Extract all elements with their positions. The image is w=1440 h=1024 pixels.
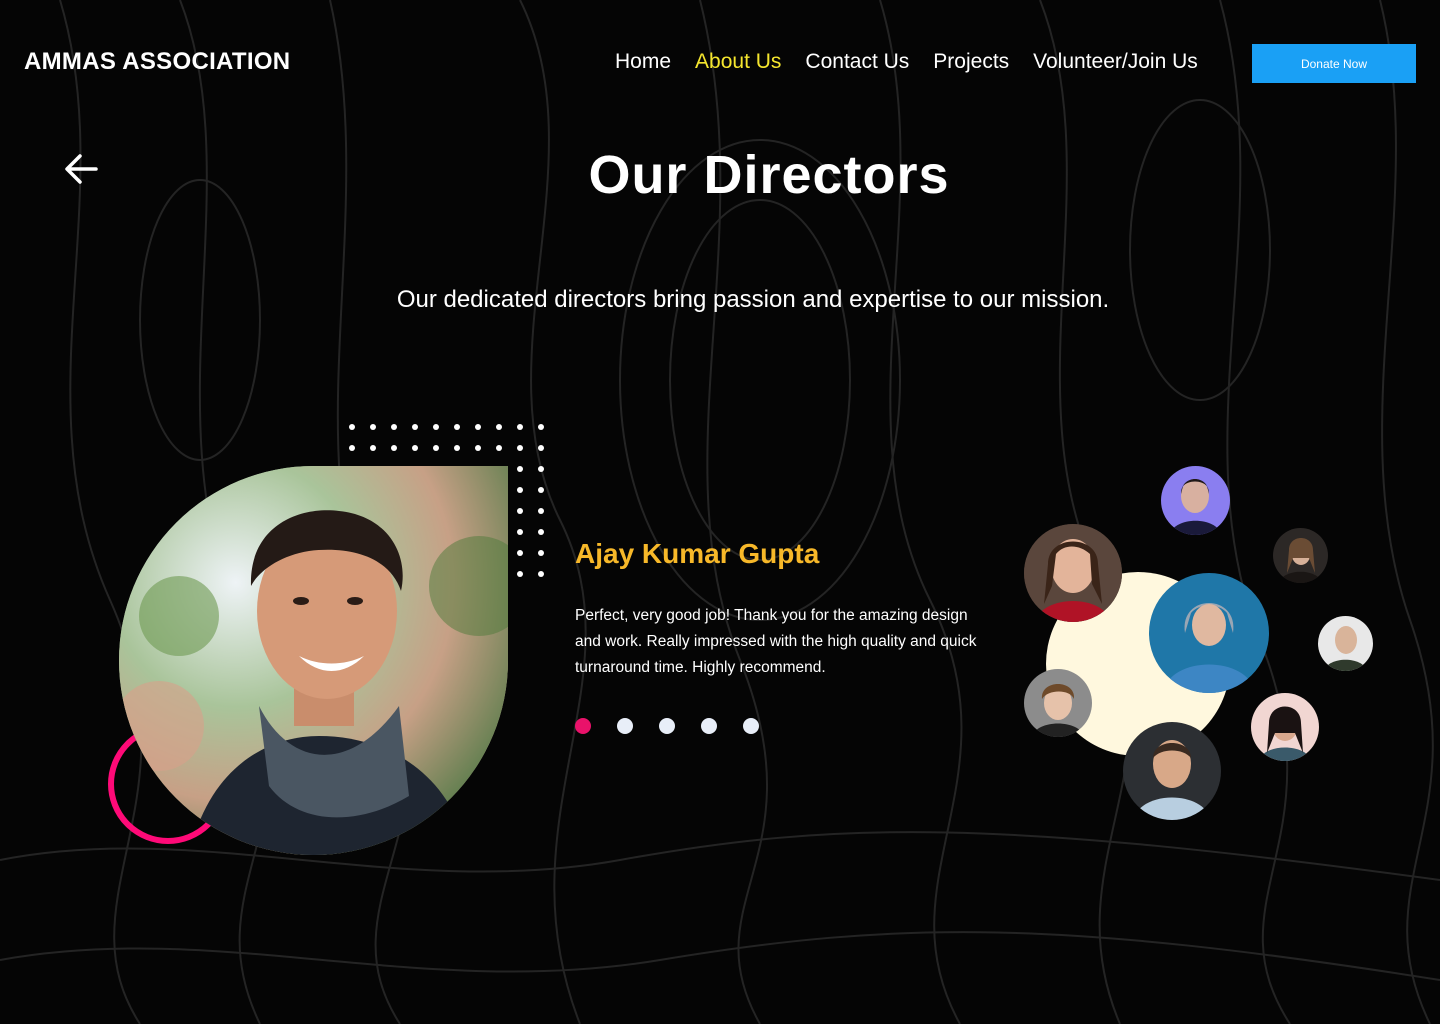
nav-about-us[interactable]: About Us [695, 50, 781, 74]
nav-contact-us[interactable]: Contact Us [805, 50, 909, 74]
page-subtitle: Our dedicated directors bring passion an… [396, 286, 1110, 313]
pager-dot[interactable] [659, 718, 675, 734]
avatar-man-smiling[interactable] [1123, 722, 1221, 820]
nav-volunteer-join[interactable]: Volunteer/Join Us [1033, 50, 1198, 74]
avatar-boy-curly[interactable] [1024, 669, 1092, 737]
carousel-pager [575, 718, 759, 734]
nav-projects[interactable]: Projects [933, 50, 1009, 74]
avatar-woman-red[interactable] [1024, 524, 1122, 622]
director-photo [119, 466, 508, 855]
donate-button[interactable]: Donate Now [1252, 44, 1416, 83]
nav-home[interactable]: Home [615, 50, 671, 74]
pager-dot[interactable] [575, 718, 591, 734]
director-name: Ajay Kumar Gupta [575, 538, 820, 569]
pager-dot[interactable] [743, 718, 759, 734]
avatar-man-bald[interactable] [1318, 616, 1373, 671]
pager-dot[interactable] [617, 718, 633, 734]
brand-logo[interactable]: AMMAS ASSOCIATION [24, 48, 290, 76]
avatar-woman-purple[interactable] [1161, 466, 1230, 535]
main-nav: Home About Us Contact Us Projects Volunt… [615, 50, 1198, 74]
page-title: Our Directors [588, 145, 950, 205]
pager-dot[interactable] [701, 718, 717, 734]
director-quote: Perfect, very good job! Thank you for th… [575, 607, 977, 676]
avatar-woman-dark[interactable] [1273, 528, 1328, 583]
avatar-woman-pink[interactable] [1251, 693, 1319, 761]
avatar-man-hoodie[interactable] [1149, 573, 1269, 693]
